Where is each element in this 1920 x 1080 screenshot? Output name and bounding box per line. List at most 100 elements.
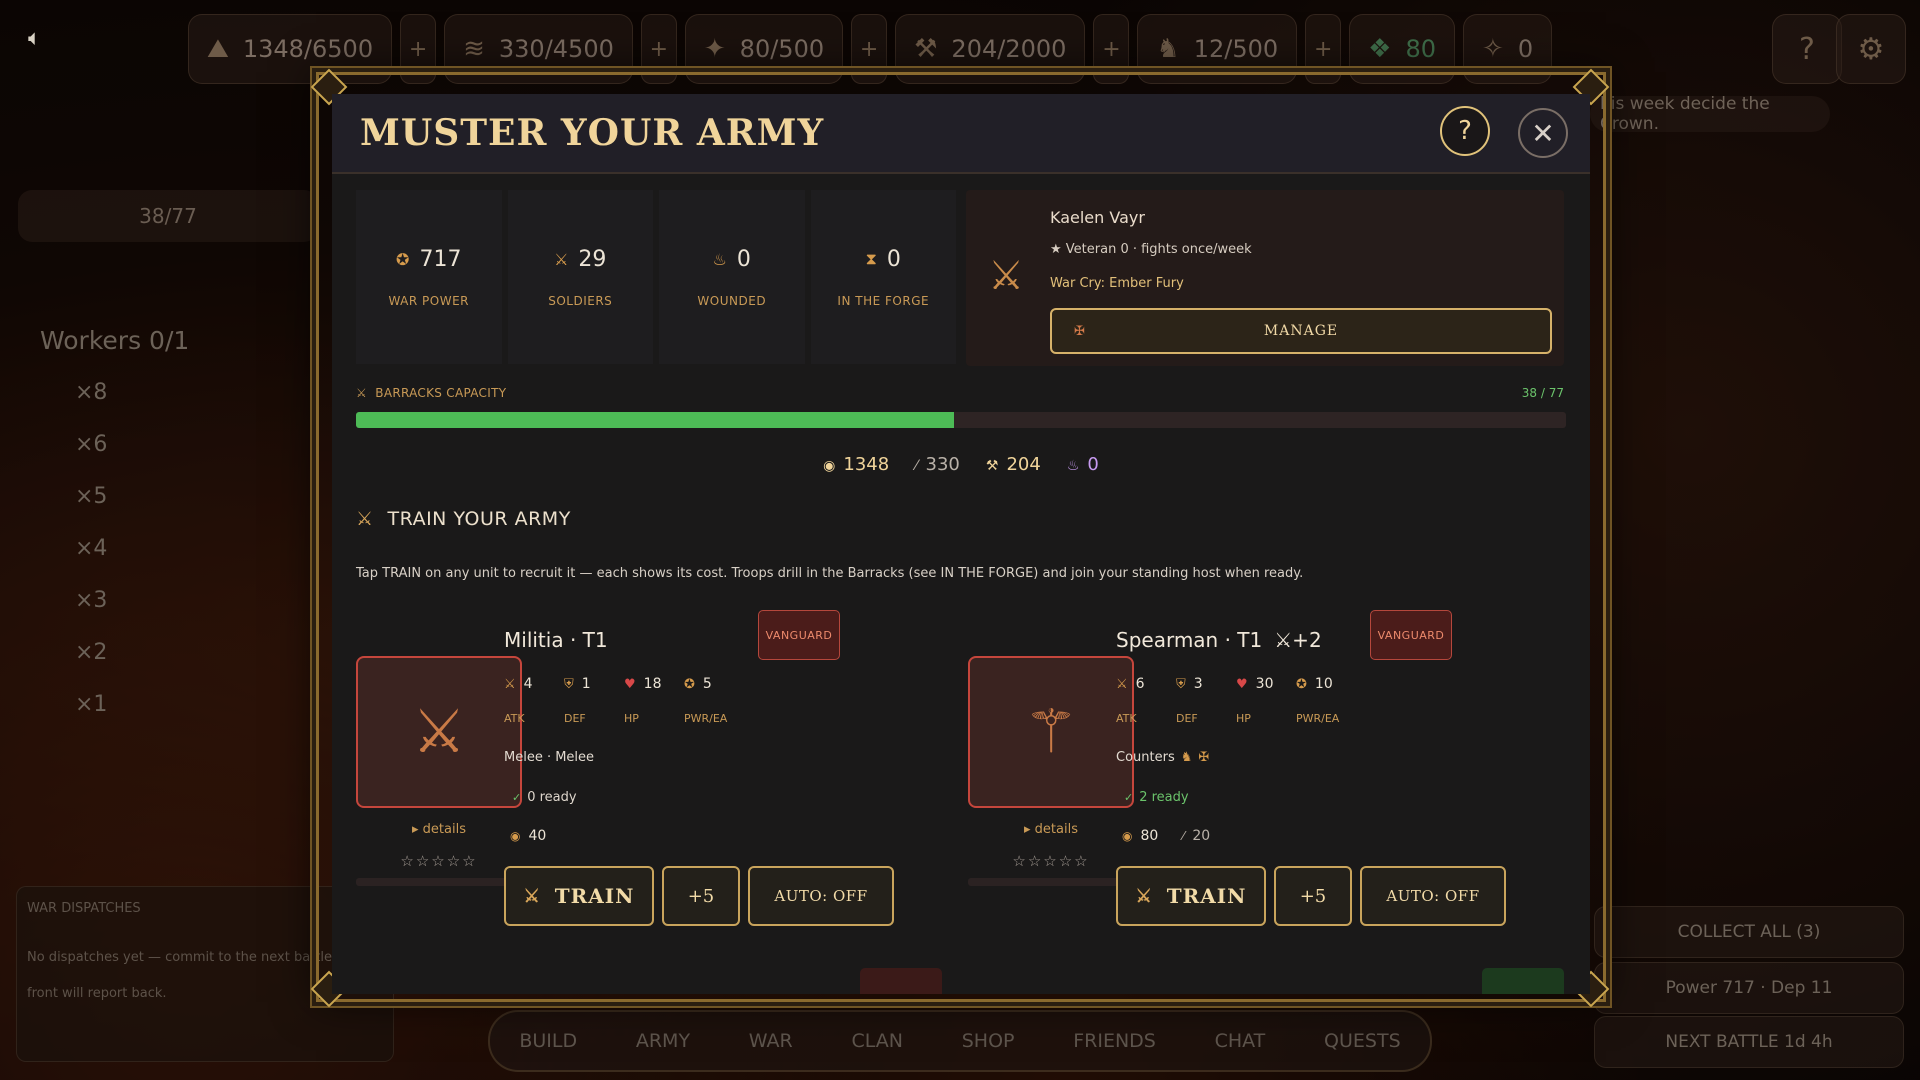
stat-value-row: ⧗ 0 (866, 247, 901, 272)
unit-portrait[interactable]: ⚔ (356, 656, 522, 808)
stat-value-row: ♨ 0 (713, 247, 751, 272)
war-power-value: 717 (419, 246, 462, 272)
worker-item[interactable]: ×1 (75, 692, 107, 717)
nav-war[interactable]: WAR (749, 1030, 793, 1052)
gear-icon: ⚙ (1857, 31, 1885, 67)
army-counter[interactable]: 38/77 (18, 190, 318, 242)
unit-role-badge: VANGUARD (758, 610, 840, 660)
workers-label: Workers 0/1 (40, 326, 190, 355)
settings-button[interactable]: ⚙ (1836, 14, 1906, 84)
unit-cost: ◉ 40 (510, 828, 546, 844)
stat-soldiers: ⚔ 29 SOLDIERS (507, 190, 653, 364)
train-title-text: TRAIN YOUR ARMY (387, 508, 571, 530)
train-plus-five-button[interactable]: +5 (1274, 866, 1352, 926)
unit-details-link[interactable]: ▸ details (356, 822, 522, 837)
essence-amount: 0 (1087, 454, 1099, 475)
speaker-icon[interactable]: 🔈︎ (28, 26, 41, 51)
wood-amount: 330 (925, 454, 960, 475)
counter-militia-icon: ♞ (1180, 750, 1193, 765)
hp-value: 18 (643, 676, 662, 692)
collect-all-button[interactable]: COLLECT ALL (3) (1594, 906, 1904, 958)
unit-stats: ⚔ 4 ⛨ 1 ♥ 18 ✪ 5 (504, 676, 764, 692)
worker-item[interactable]: ×4 (75, 536, 107, 561)
nav-army[interactable]: ARMY (636, 1030, 690, 1052)
modal-help-button[interactable]: ? (1440, 106, 1490, 156)
hp-label: HP (1236, 712, 1251, 725)
stat-war-power: ✪ 717 WAR POWER (356, 190, 502, 364)
resource-horse-value: 12/500 (1193, 35, 1279, 63)
ore-icon: ◉ (823, 458, 836, 474)
next-battle-button[interactable]: NEXT BATTLE 1d 4h (1594, 1016, 1904, 1068)
army-stats: ✪ 717 WAR POWER ⚔ 29 SOLDIERS ♨ 0 WOUNDED ⧗… (356, 190, 956, 364)
train-button[interactable]: ⚔ TRAIN (1116, 866, 1266, 926)
worker-item[interactable]: ×3 (75, 588, 107, 613)
nav-quests[interactable]: QUESTS (1324, 1030, 1401, 1052)
auto-train-toggle[interactable]: AUTO: OFF (748, 866, 894, 926)
cost-ore: ◉ 40 (510, 828, 546, 844)
wood-icon: ≋ (463, 34, 485, 64)
barracks-capacity-bar (356, 412, 1566, 428)
capacity-label-text: BARRACKS CAPACITY (375, 386, 507, 400)
unit-stat-labels: ATK DEF HP PWR/EA (1116, 712, 1356, 725)
unit-progress-slot (968, 878, 1134, 886)
modal-resource-essence: ♨ 0 (1067, 454, 1099, 475)
war-power-label: WAR POWER (388, 293, 470, 308)
attack-icon: ⚔ (1116, 677, 1128, 692)
unit-name: Spearman · T1 ⚔+2 (1116, 628, 1322, 652)
check-icon: ✓ (512, 791, 522, 804)
stat-in-the-forge: ⧗ 0 IN THE FORGE (810, 190, 956, 364)
train-button[interactable]: ⚔ TRAIN (504, 866, 654, 926)
in-the-forge-label: IN THE FORGE (837, 293, 930, 308)
soldiers-value: 29 (578, 246, 607, 272)
crop-icon: ✦ (703, 34, 726, 64)
power-icon: ✪ (684, 677, 695, 692)
barracks-capacity-count: 38 / 77 (1521, 386, 1564, 400)
crest-value: 0 (1517, 35, 1534, 63)
atk-label: ATK (504, 712, 525, 725)
modal-resource-wood: ⁄ 330 (915, 454, 960, 475)
nav-clan[interactable]: CLAN (851, 1030, 903, 1052)
auto-train-toggle[interactable]: AUTO: OFF (1360, 866, 1506, 926)
train-plus-five-button[interactable]: +5 (662, 866, 740, 926)
heart-icon: ♥ (1236, 677, 1248, 692)
next-unit-badge-peek (860, 968, 942, 994)
dispatch-text-line: front will report back. (27, 986, 167, 1001)
unit-type: Melee · Melee (504, 750, 594, 765)
ore-icon: ◉ (510, 829, 521, 843)
ready-text: 2 ready (1139, 790, 1189, 805)
unit-def: ⛨ 1 (564, 676, 624, 692)
worker-item[interactable]: ×5 (75, 484, 107, 509)
unit-atk: ⚔ 4 (504, 676, 564, 692)
resource-ore-value: 1348/6500 (242, 35, 374, 63)
pwr-label: PWR/EA (684, 712, 728, 725)
nav-chat[interactable]: CHAT (1215, 1030, 1266, 1052)
modal-close-button[interactable]: ✕ (1518, 108, 1568, 158)
nav-shop[interactable]: SHOP (962, 1030, 1015, 1052)
help-button[interactable]: ? (1772, 14, 1842, 84)
worker-item[interactable]: ×8 (75, 380, 107, 405)
nav-friends[interactable]: FRIENDS (1073, 1030, 1156, 1052)
stat-wounded: ♨ 0 WOUNDED (659, 190, 805, 364)
unit-cost: ◉ 80 ⁄ 20 (1122, 828, 1210, 844)
wood-icon: ⁄ (915, 458, 918, 474)
army-count-value: 38/77 (139, 204, 197, 228)
unit-hp: ♥ 30 (1236, 676, 1296, 692)
capacity-fill (356, 412, 954, 428)
modal-resource-ore: ◉ 1348 (823, 454, 889, 475)
in-the-forge-value: 0 (886, 246, 901, 272)
worker-item[interactable]: ×2 (75, 640, 107, 665)
manage-hero-button[interactable]: ✠ MANAGE (1050, 308, 1552, 354)
unit-type-text: Counters (1116, 750, 1175, 765)
nav-build[interactable]: BUILD (519, 1030, 577, 1052)
hero-name: Kaelen Vayr (1050, 208, 1145, 227)
unit-portrait[interactable]: ⚚ (968, 656, 1134, 808)
unit-details-link[interactable]: ▸ details (968, 822, 1134, 837)
horse-icon: ♞ (1156, 34, 1180, 64)
unit-progress-slot (356, 878, 522, 886)
worker-item[interactable]: ×6 (75, 432, 107, 457)
wounded-value: 0 (736, 246, 751, 272)
pwr-value: 10 (1314, 676, 1333, 692)
hero-veteran: ★ Veteran 0 · fights once/week (1050, 242, 1252, 257)
resource-crop-value: 80/500 (739, 35, 825, 63)
crest-icon: ✧ (1482, 34, 1504, 64)
